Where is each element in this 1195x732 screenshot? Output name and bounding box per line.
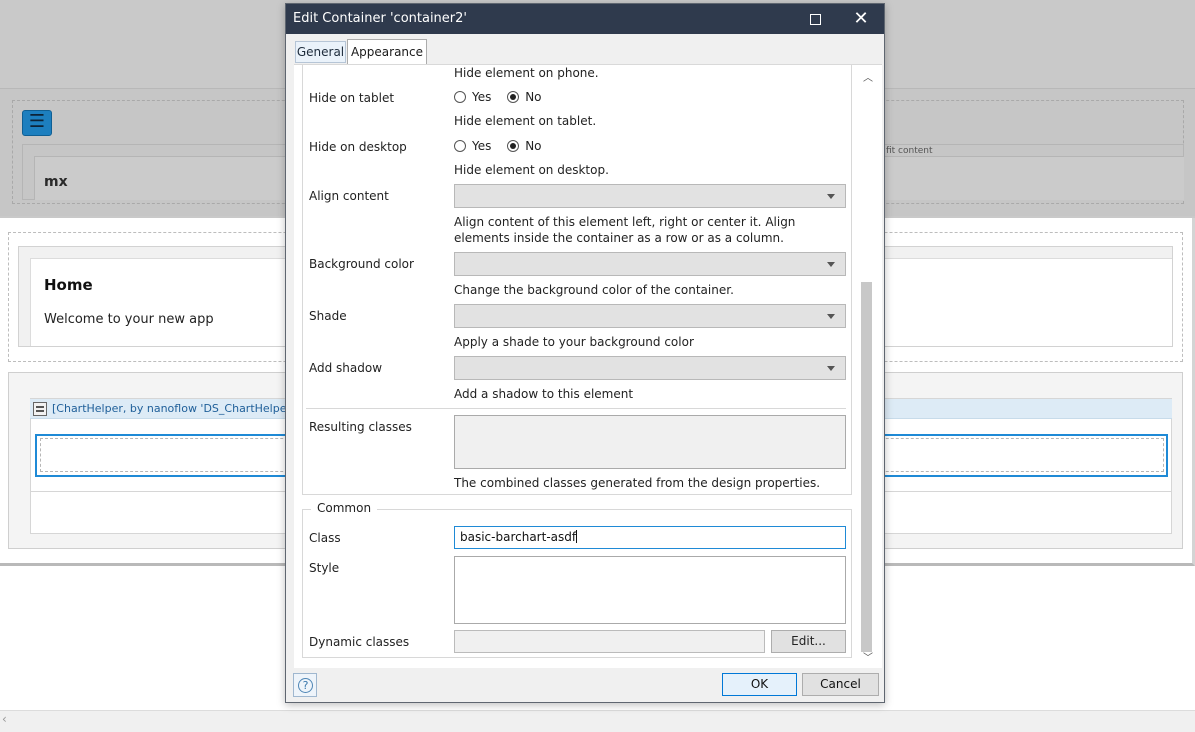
class-input[interactable]: basic-barchart-asdf (454, 526, 846, 549)
shade-description: Apply a shade to your background color (454, 335, 694, 349)
hamburger-icon[interactable]: ☰ (22, 110, 52, 136)
chart-widget-label[interactable]: [ChartHelper, by nanoflow 'DS_ChartHelpe… (52, 402, 312, 415)
radio-checked-icon[interactable] (507, 91, 520, 103)
add-shadow-description: Add a shadow to this element (454, 387, 634, 401)
header-mx-text: mx (44, 174, 68, 190)
style-label: Style (309, 561, 340, 575)
edit-container-dialog: Edit Container 'container2' ✕ General Ap… (285, 3, 885, 703)
common-legend: Common (311, 501, 378, 515)
chevron-down-icon[interactable]: ﹀ (863, 649, 873, 664)
fit-content-label: fit content (886, 146, 933, 156)
chevron-up-icon[interactable]: ︿ (863, 69, 873, 84)
resulting-classes-field (454, 415, 846, 469)
hide-desktop-radio-group: Yes No (454, 139, 554, 155)
help-icon: ? (298, 678, 313, 693)
add-shadow-label: Add shadow (309, 361, 383, 375)
scroll-thumb[interactable] (861, 282, 872, 652)
section-divider (306, 408, 846, 409)
class-input-value: basic-barchart-asdf (460, 530, 577, 544)
radio-label: No (525, 90, 542, 104)
hide-desktop-no[interactable]: No (507, 139, 542, 153)
dialog-title: Edit Container 'container2' (293, 11, 467, 26)
hide-desktop-yes[interactable]: Yes (454, 139, 491, 153)
tab-general[interactable]: General (295, 41, 346, 63)
home-welcome-text: Welcome to your new app (44, 312, 214, 327)
home-title: Home (44, 276, 93, 294)
class-label: Class (309, 531, 341, 545)
hide-tablet-label: Hide on tablet (309, 91, 395, 105)
hide-tablet-yes[interactable]: Yes (454, 90, 491, 104)
chevron-down-icon (827, 366, 835, 371)
radio-icon[interactable] (454, 140, 466, 152)
dynamic-classes-label: Dynamic classes (309, 635, 410, 649)
background-color-dropdown[interactable] (454, 252, 846, 276)
hide-tablet-description: Hide element on tablet. (454, 114, 597, 128)
add-shadow-dropdown[interactable] (454, 356, 846, 380)
scroll-left-icon[interactable]: ‹ (2, 712, 7, 726)
text-caret (576, 530, 578, 543)
chevron-down-icon (827, 262, 835, 267)
hide-tablet-no[interactable]: No (507, 90, 542, 104)
background-color-description: Change the background color of the conta… (454, 283, 734, 297)
cancel-button[interactable]: Cancel (802, 673, 879, 696)
hide-desktop-label: Hide on desktop (309, 140, 407, 154)
resulting-classes-description: The combined classes generated from the … (454, 476, 821, 490)
resulting-classes-label: Resulting classes (309, 420, 412, 434)
edit-dynamic-classes-button[interactable]: Edit... (771, 630, 846, 653)
radio-label: Yes (472, 90, 492, 104)
align-content-label: Align content (309, 189, 389, 203)
radio-label: Yes (472, 139, 492, 153)
radio-label: No (525, 139, 542, 153)
appearance-panel: Hide element on phone. Hide on tablet Ye… (294, 64, 882, 668)
vertical-scrollbar[interactable]: ︿ ﹀ (858, 65, 874, 668)
close-icon[interactable]: ✕ (838, 4, 884, 34)
maximize-icon[interactable] (792, 4, 838, 34)
tab-appearance[interactable]: Appearance (347, 39, 427, 64)
radio-checked-icon[interactable] (507, 140, 520, 152)
horizontal-scrollbar[interactable] (0, 710, 1195, 732)
style-textarea[interactable] (454, 556, 846, 624)
shade-dropdown[interactable] (454, 304, 846, 328)
ok-button[interactable]: OK (722, 673, 797, 696)
dialog-titlebar[interactable]: Edit Container 'container2' ✕ (286, 4, 884, 34)
hide-tablet-radio-group: Yes No (454, 90, 554, 106)
help-button[interactable]: ? (293, 673, 317, 697)
widget-icon (33, 402, 47, 416)
dynamic-classes-field (454, 630, 765, 653)
hide-desktop-description: Hide element on desktop. (454, 163, 609, 177)
chevron-down-icon (827, 194, 835, 199)
align-content-dropdown[interactable] (454, 184, 846, 208)
chevron-down-icon (827, 314, 835, 319)
align-content-description: Align content of this element left, righ… (454, 215, 796, 245)
radio-icon[interactable] (454, 91, 466, 103)
hide-phone-description: Hide element on phone. (454, 66, 599, 80)
background-color-label: Background color (309, 257, 414, 271)
shade-label: Shade (309, 309, 347, 323)
